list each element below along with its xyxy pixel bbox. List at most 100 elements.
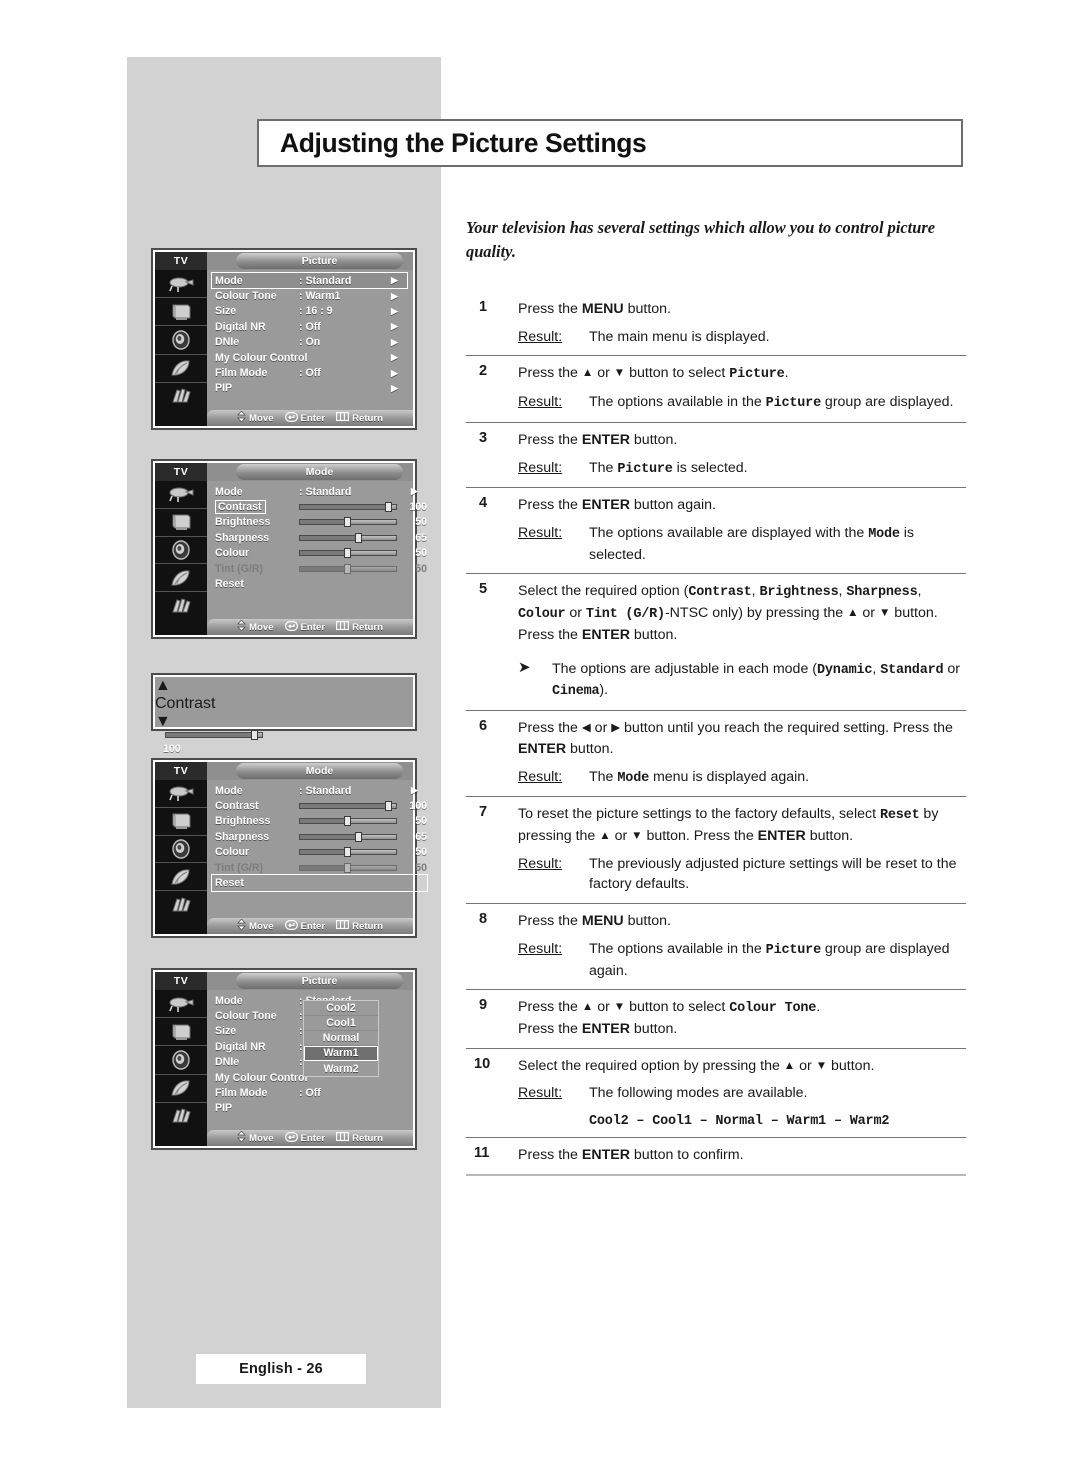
slider-knob[interactable] — [344, 816, 351, 827]
osd-row-pip[interactable]: PIP — [212, 1101, 407, 1116]
osd-rows: Mode: Standard ▶ Contrast 100 Brightness 50 Sh… — [207, 780, 433, 918]
dropdown-item-warm1[interactable]: Warm1 — [304, 1046, 378, 1061]
slider-tint-g-r[interactable] — [299, 862, 397, 873]
intro-paragraph: Your television has several settings whi… — [466, 218, 935, 262]
osd-row-tint-g-r[interactable]: Tint (G/R) 50 — [212, 561, 427, 576]
antenna-icon[interactable] — [155, 481, 207, 509]
dropdown-item-warm2[interactable]: Warm2 — [304, 1061, 378, 1076]
osd-row-mode[interactable]: Mode: Standard ▶ — [212, 484, 427, 499]
osd-row-my-colour-control[interactable]: My Colour Control ▶ — [212, 350, 407, 365]
osd-row-contrast[interactable]: Contrast 100 — [212, 499, 427, 515]
osd-row-mode[interactable]: Mode: Standard ▶ — [211, 271, 408, 290]
osd-row-sharpness[interactable]: Sharpness 65 — [212, 530, 427, 545]
osd-hint-return[interactable]: Return — [336, 920, 383, 932]
osd-row-reset[interactable]: Reset — [212, 576, 427, 591]
slider-brightness[interactable] — [299, 816, 397, 827]
antenna-icon[interactable] — [155, 990, 207, 1019]
slider-sharpness[interactable] — [299, 831, 397, 842]
enter-key-icon — [284, 919, 298, 933]
antenna-icon[interactable] — [155, 270, 207, 299]
slider-knob[interactable] — [385, 801, 393, 812]
osd-row-digital-nr[interactable]: Digital NR: Off ▶ — [212, 319, 407, 334]
osd-row-label: Tint (G/R) — [215, 562, 264, 575]
tv-set-icon[interactable] — [155, 1018, 207, 1047]
up-arrow-icon[interactable]: ▲ — [155, 677, 413, 695]
osd-hint-move[interactable]: Move — [237, 1130, 274, 1145]
osd-row-brightness[interactable]: Brightness 50 — [212, 515, 427, 530]
osd-row-dnie[interactable]: DNIe: On ▶ — [212, 335, 407, 350]
slider-brightness[interactable] — [299, 517, 397, 528]
feather-icon[interactable] — [155, 863, 207, 892]
osd-row-reset[interactable]: Reset — [211, 874, 428, 892]
osd-hint-return[interactable]: Return — [336, 1132, 383, 1144]
osd-row-film-mode[interactable]: Film Mode: Off — [212, 1085, 407, 1100]
osd-row-tint-g-r[interactable]: Tint (G/R) 50 — [212, 860, 427, 875]
slider-knob[interactable] — [344, 847, 351, 858]
osd-hint-move[interactable]: Move — [237, 918, 274, 933]
hand-icon[interactable] — [155, 1103, 207, 1130]
slider-knob[interactable] — [344, 862, 351, 873]
osd-row-colour[interactable]: Colour 50 — [212, 845, 427, 860]
osd-row-colour-tone[interactable]: Colour Tone: Warm1 ▶ — [212, 288, 407, 303]
dropdown-item-normal[interactable]: Normal — [304, 1031, 378, 1046]
feather-icon[interactable] — [155, 564, 207, 593]
slider-knob[interactable] — [385, 502, 393, 513]
slider-contrast[interactable] — [299, 502, 397, 513]
speaker-icon[interactable] — [155, 537, 207, 565]
slider-colour[interactable] — [299, 548, 397, 559]
antenna-icon[interactable] — [155, 780, 207, 808]
osd-row-value: : Off — [299, 367, 321, 380]
osd-tv-tag: TV — [155, 463, 207, 481]
feather-icon[interactable] — [155, 355, 207, 383]
osd-hint-enter[interactable]: Enter — [284, 919, 325, 933]
slider-knob[interactable] — [354, 831, 362, 842]
slider-knob[interactable] — [344, 548, 351, 559]
osd-hint-label: Move — [249, 621, 274, 633]
step-9: 9 Press the ▲ or ▼ button to select Colou… — [466, 989, 966, 1047]
slider-sharpness[interactable] — [299, 532, 397, 543]
speaker-icon[interactable] — [155, 1046, 207, 1075]
slider-knob[interactable] — [354, 532, 362, 543]
osd-hint-enter[interactable]: Enter — [284, 1131, 325, 1145]
osd-row-sharpness[interactable]: Sharpness 65 — [212, 829, 427, 844]
tv-set-icon[interactable] — [155, 298, 207, 327]
slider-contrast[interactable] — [299, 801, 397, 812]
step-6: 6 Press the ◀ or ▶ button until you reach… — [466, 710, 966, 796]
osd-row-size[interactable]: Size: 16 : 9 ▶ — [212, 304, 407, 319]
osd-hint-move[interactable]: Move — [237, 619, 274, 634]
tv-set-icon[interactable] — [155, 808, 207, 836]
slider-contrast[interactable] — [165, 730, 263, 740]
osd-row-brightness[interactable]: Brightness 50 — [212, 814, 427, 829]
dropdown-item-cool1[interactable]: Cool1 — [304, 1016, 378, 1031]
osd-hint-enter[interactable]: Enter — [284, 620, 325, 634]
hand-icon[interactable] — [155, 383, 207, 410]
osd-row-film-mode[interactable]: Film Mode: Off ▶ — [212, 365, 407, 380]
osd-row-pip[interactable]: PIP ▶ — [212, 381, 407, 396]
hand-icon[interactable] — [155, 592, 207, 619]
down-arrow-icon[interactable]: ▼ — [155, 713, 413, 731]
osd-hint-return[interactable]: Return — [336, 621, 383, 633]
osd-row-contrast[interactable]: Contrast 100 — [212, 798, 427, 813]
osd-row-colour[interactable]: Colour 50 — [212, 546, 427, 561]
slider-tint-g-r[interactable] — [299, 563, 397, 574]
result-label: Result: — [518, 1085, 563, 1102]
slider-knob[interactable] — [344, 517, 351, 528]
slider-knob[interactable] — [344, 563, 351, 574]
speaker-icon[interactable] — [155, 836, 207, 864]
osd-row-label: Size — [215, 305, 237, 318]
hand-icon[interactable] — [155, 891, 207, 918]
tv-set-icon[interactable] — [155, 509, 207, 537]
feather-icon[interactable] — [155, 1075, 207, 1103]
osd-hint-return[interactable]: Return — [336, 412, 383, 424]
step-text: Select the required option (Contrast, Br… — [518, 583, 942, 643]
dropdown-item-cool2[interactable]: Cool2 — [304, 1001, 378, 1016]
osd-hint-move[interactable]: Move — [237, 410, 274, 425]
slider-colour[interactable] — [299, 847, 397, 858]
osd-row-mode[interactable]: Mode: Standard ▶ — [212, 783, 427, 798]
slider-knob[interactable] — [251, 730, 259, 740]
colour-tone-dropdown[interactable]: Cool2 Cool1 Normal Warm1 Warm2 — [303, 1000, 379, 1077]
speaker-icon[interactable] — [155, 326, 207, 355]
osd-hint-enter[interactable]: Enter — [284, 411, 325, 425]
step-4: 4 Press the ENTER button again. Result: The… — [466, 487, 966, 573]
osd-title-bar: TV Mode — [155, 762, 413, 780]
